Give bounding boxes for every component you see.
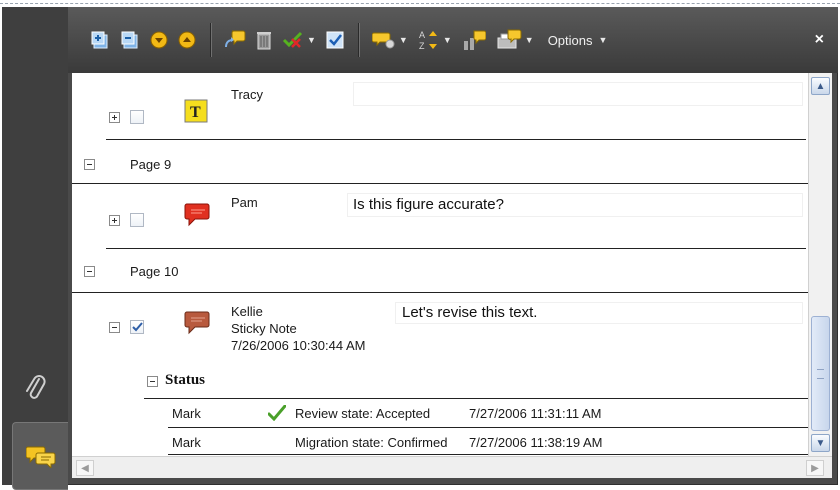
vertical-scrollbar[interactable]: ▲ ▼ (808, 73, 832, 456)
svg-text:T: T (190, 104, 201, 121)
comment-type-icon (184, 201, 210, 232)
comment-message: Let's revise this text. (402, 304, 538, 321)
comment-checkbox[interactable] (130, 213, 144, 227)
comment-text-field[interactable] (353, 82, 803, 106)
set-status-button[interactable]: ▼ (282, 24, 316, 56)
checkmark-icon (132, 322, 143, 332)
filter-button[interactable] (462, 24, 486, 56)
chevron-down-icon: ▼ (398, 35, 408, 45)
divider (106, 248, 806, 249)
reply-button[interactable] (224, 24, 246, 56)
divider (168, 454, 808, 455)
status-reviewer: Mark (172, 435, 201, 450)
options-label: Options (547, 32, 593, 48)
text-t-icon: T (184, 99, 208, 123)
divider (168, 427, 808, 428)
scroll-left-button[interactable]: ◀ (76, 460, 94, 476)
comment-checkbox-checked[interactable] (130, 320, 144, 334)
status-heading: Status (165, 372, 206, 388)
comment-type-icon: T (184, 99, 208, 128)
summarize-button[interactable]: ▼ (496, 24, 534, 56)
comments-panel-button[interactable] (12, 422, 68, 490)
comment-author: Tracy (231, 87, 264, 102)
page-heading: Page 9 (130, 157, 172, 172)
horizontal-scrollbar[interactable]: ◀ ▶ (72, 456, 832, 478)
toolbar-separator (210, 23, 212, 57)
expand-all-icon (91, 31, 108, 49)
status-state: Review state: Accepted (295, 406, 431, 421)
collapse-page-toggle[interactable] (84, 266, 95, 277)
checkmark-button[interactable] (326, 24, 344, 56)
delete-trash-icon (257, 32, 271, 50)
comment-date: 7/26/2006 10:30:44 AM (231, 338, 366, 353)
expand-comment-toggle[interactable] (109, 112, 120, 123)
collapse-all-icon (121, 31, 138, 49)
navigation-sidebar (2, 7, 68, 490)
status-state: Migration state: Confirmed (295, 435, 448, 450)
summarize-icon (497, 29, 522, 49)
comments-window: ▼ ▼ AZ ▼ ▼ Options ▼ × T Tracy Page 9 Pa… (0, 0, 840, 490)
comments-icon (25, 446, 55, 468)
reply-icon (225, 30, 246, 48)
scroll-thumb[interactable] (811, 316, 830, 431)
filter-icon (463, 30, 486, 50)
speech-bubble-red-icon (184, 203, 210, 227)
sort-button[interactable]: AZ ▼ (418, 24, 452, 56)
comment-checkbox[interactable] (130, 110, 144, 124)
chevron-down-icon: ▼ (598, 35, 608, 45)
status-reviewer: Mark (172, 406, 201, 421)
expand-comment-toggle[interactable] (109, 215, 120, 226)
collapse-comment-toggle[interactable] (109, 322, 120, 333)
status-date: 7/27/2006 11:38:19 AM (469, 435, 603, 450)
previous-button[interactable] (178, 24, 196, 56)
divider (144, 398, 808, 399)
close-icon[interactable]: × (815, 31, 824, 49)
status-date: 7/27/2006 11:31:11 AM (469, 406, 602, 421)
chevron-down-icon: ▼ (442, 35, 452, 45)
delete-button[interactable] (256, 24, 272, 56)
comments-list: T Tracy Page 9 Pam Is this figure accura… (72, 73, 808, 456)
comment-message: Is this figure accurate? (353, 196, 504, 213)
checkmark-icon (326, 31, 344, 49)
comment-author: Kellie (231, 304, 263, 319)
comments-toolbar: ▼ ▼ AZ ▼ ▼ Options ▼ × (68, 7, 838, 73)
expand-all-button[interactable] (90, 24, 110, 56)
comment-author: Pam (231, 195, 258, 210)
divider (72, 292, 808, 293)
attachments-button[interactable] (2, 362, 68, 414)
scroll-down-button[interactable]: ▼ (811, 434, 830, 452)
set-status-icon (282, 31, 303, 48)
collapse-page-toggle[interactable] (84, 159, 95, 170)
next-button[interactable] (150, 24, 168, 56)
page-heading: Page 10 (130, 264, 179, 279)
accepted-check-icon (267, 404, 287, 426)
comment-type: Sticky Note (231, 321, 297, 336)
scroll-up-button[interactable]: ▲ (811, 77, 830, 95)
speech-bubble-brown-icon (184, 311, 210, 335)
show-button[interactable]: ▼ (371, 24, 408, 56)
dashed-divider (0, 3, 840, 4)
comment-type-icon (184, 309, 210, 340)
options-menu[interactable]: Options ▼ (548, 33, 608, 48)
divider (106, 139, 806, 140)
grip-icon (817, 369, 824, 379)
scroll-right-button[interactable]: ▶ (806, 460, 824, 476)
chevron-down-icon: ▼ (307, 35, 316, 45)
green-check-icon (267, 404, 287, 422)
sort-icon: AZ (419, 30, 437, 51)
collapse-all-button[interactable] (120, 24, 140, 56)
next-down-icon (150, 31, 168, 49)
svg-text:A: A (419, 30, 425, 40)
previous-up-icon (178, 31, 196, 49)
paperclip-icon (26, 375, 46, 399)
chevron-down-icon: ▼ (524, 35, 534, 45)
divider (72, 183, 808, 184)
svg-text:Z: Z (419, 41, 425, 51)
toolbar-separator (357, 23, 360, 57)
show-comments-icon (371, 32, 395, 49)
collapse-status-toggle[interactable] (147, 376, 158, 387)
